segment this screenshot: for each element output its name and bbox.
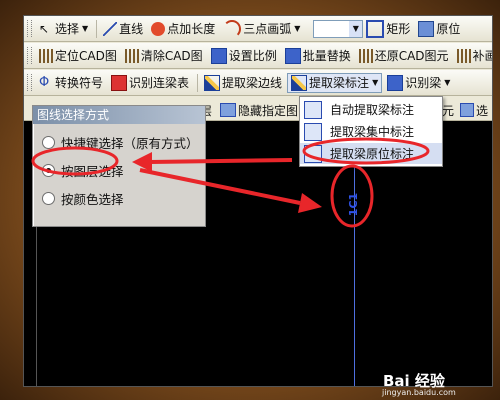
chevron-down-icon: ▼	[372, 78, 379, 87]
batch-replace-button[interactable]: 批量替换	[282, 46, 354, 66]
toolbar-beam: Φ 转换符号 识别连梁表 提取梁边线 提取梁标注 ▼ 识别梁 ▼	[24, 70, 492, 96]
patch-button[interactable]: 补画	[454, 46, 492, 66]
clear-cad-icon	[124, 48, 139, 63]
clear-cad-button[interactable]: 清除CAD图	[122, 46, 206, 66]
restore-cad-icon	[358, 48, 373, 63]
toolbar-draw: ↖ 选择 ▼ 直线 点加长度 三点画弧 ▼ ▼ 矩形 原位	[24, 16, 492, 42]
radio-by-color[interactable]: 按颜色选择	[42, 189, 124, 208]
convert-symbol-button[interactable]: Φ 转换符号	[36, 73, 106, 93]
chevron-down-icon: ▼	[294, 24, 301, 33]
beam-line	[354, 156, 355, 386]
draw-mode-combo[interactable]: ▼	[313, 19, 364, 38]
hide-specified-button[interactable]: 隐藏指定图	[238, 102, 298, 119]
line-selection-panel: 图线选择方式 快捷键选择（原有方式） 按图层选择 按颜色选择	[32, 105, 206, 227]
line-icon	[103, 21, 118, 36]
radio-icon	[42, 192, 55, 205]
chevron-down-icon: ▼	[349, 20, 363, 37]
panel-title: 图线选择方式	[33, 106, 205, 124]
extract-label-menu: 自动提取梁标注 提取梁集中标注 提取梁原位标注	[299, 96, 443, 167]
extract-beam-edge-button[interactable]: 提取梁边线	[201, 73, 285, 93]
identify-icon	[387, 74, 404, 91]
menu-item-extract-concentrated[interactable]: 提取梁集中标注	[300, 121, 442, 142]
toolbar-grip[interactable]	[27, 20, 32, 37]
scale-icon	[210, 47, 227, 64]
radio-by-layer[interactable]: 按图层选择	[42, 161, 124, 180]
chevron-down-icon: ▼	[82, 24, 89, 33]
point-length-button[interactable]: 点加长度	[148, 19, 218, 39]
radio-icon	[42, 136, 55, 149]
locate-cad-button[interactable]: 定位CAD图	[36, 46, 120, 66]
select-tool-icon	[460, 103, 474, 117]
extract-beam-label-button[interactable]: 提取梁标注 ▼	[287, 72, 383, 93]
pen-icon	[204, 74, 221, 91]
pointer-icon: ↖	[39, 21, 50, 36]
phi-icon: Φ	[39, 74, 50, 90]
toolbar-cad: 定位CAD图 清除CAD图 设置比例 批量替换 还原CAD图元 补画	[24, 43, 492, 69]
label-icon	[304, 122, 322, 141]
line-button[interactable]: 直线	[100, 19, 146, 39]
hide-icon	[220, 103, 236, 117]
toolbar-grip[interactable]	[27, 74, 32, 91]
select-button[interactable]: ↖ 选择 ▼	[36, 19, 91, 39]
replace-icon	[284, 47, 301, 64]
row4-select-button[interactable]: 选	[476, 102, 488, 119]
rect-button[interactable]: 矩形	[363, 19, 413, 39]
toolbar-grip[interactable]	[27, 47, 32, 64]
menu-item-auto-extract[interactable]: 自动提取梁标注	[300, 99, 442, 120]
row4-label-yuan: 元	[442, 104, 455, 118]
restore-cad-button[interactable]: 还原CAD图元	[356, 46, 452, 66]
chevron-down-icon: ▼	[444, 78, 451, 87]
watermark-url: jingyan.baidu.com	[382, 388, 456, 397]
label-icon	[304, 144, 322, 163]
radio-shortcut[interactable]: 快捷键选择（原有方式）	[42, 133, 199, 152]
arc-button[interactable]: 三点画弧 ▼	[220, 19, 303, 39]
arc-icon	[223, 19, 242, 38]
point-icon	[151, 21, 166, 36]
origin-button[interactable]: 原位	[415, 19, 463, 39]
set-scale-button[interactable]: 设置比例	[208, 46, 280, 66]
locate-cad-icon	[39, 48, 53, 63]
app-window: ↖ 选择 ▼ 直线 点加长度 三点画弧 ▼ ▼ 矩形 原位 定位CAD图 清除C…	[24, 16, 492, 386]
rectangle-icon	[366, 19, 385, 38]
menu-item-extract-in-situ[interactable]: 提取梁原位标注	[300, 143, 442, 164]
pen-icon	[291, 74, 308, 91]
label-icon	[304, 100, 322, 119]
table-icon	[111, 74, 128, 91]
beam-label: 1C1	[347, 192, 361, 217]
patch-icon	[456, 48, 471, 63]
identify-beam-button[interactable]: 识别梁 ▼	[384, 73, 453, 93]
radio-selected-icon	[42, 164, 55, 177]
identify-beam-table-button[interactable]: 识别连梁表	[108, 73, 192, 93]
origin-icon	[418, 20, 435, 37]
